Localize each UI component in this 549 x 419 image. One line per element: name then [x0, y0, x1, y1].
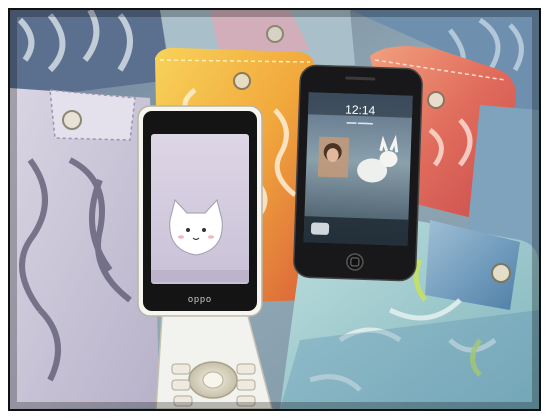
white-phone-screen: [151, 134, 249, 284]
soft-key-left: [171, 363, 191, 375]
snap-button: [491, 263, 511, 283]
home-button: [346, 253, 364, 271]
photo-frame: oppo 12:14 ▬▬ ▬▬▬: [0, 0, 549, 419]
photo: oppo 12:14 ▬▬ ▬▬▬: [8, 8, 541, 411]
soft-key-right: [236, 363, 256, 375]
snap-button: [427, 91, 445, 109]
black-smartphone: 12:14 ▬▬ ▬▬▬: [293, 64, 423, 282]
photo-scene: oppo 12:14 ▬▬ ▬▬▬: [10, 10, 539, 409]
svg-text:▬▬ ▬▬▬: ▬▬ ▬▬▬: [346, 120, 373, 127]
camera-shortcut-icon: [310, 222, 330, 235]
nav-center-button: [202, 371, 224, 389]
snap-button: [266, 25, 284, 43]
lock-time: 12:14: [345, 103, 376, 118]
snap-button: [62, 110, 82, 130]
snap-button: [233, 72, 251, 90]
phone-brand: oppo: [188, 294, 212, 304]
